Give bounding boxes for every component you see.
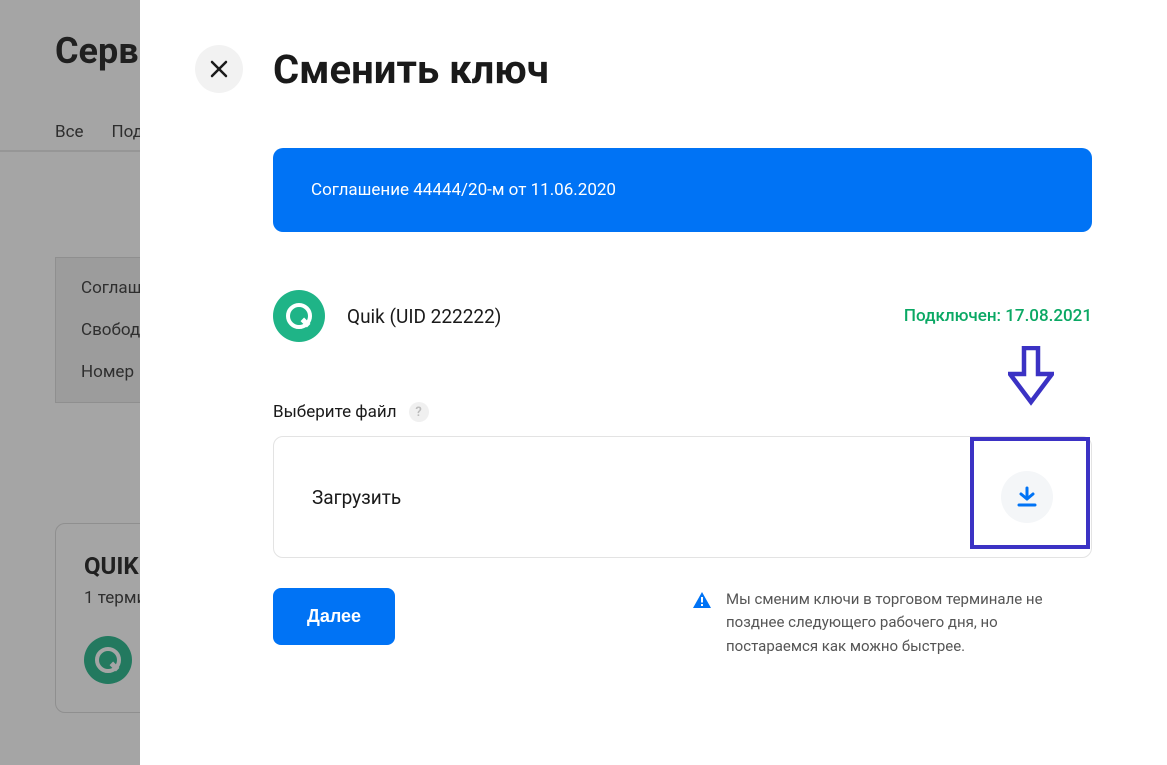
download-icon-circle — [1001, 471, 1053, 523]
connection-row: Quik (UID 222222) Подключен: 17.08.2021 — [273, 290, 1092, 342]
connection-left: Quik (UID 222222) — [273, 290, 501, 342]
agreement-badge[interactable]: Соглашение 44444/20-м от 11.06.2020 — [273, 148, 1092, 232]
warning-icon — [692, 590, 712, 610]
file-label: Выберите файл — [273, 402, 397, 422]
file-upload-box[interactable]: Загрузить — [273, 436, 1092, 558]
download-icon — [1015, 485, 1039, 509]
next-button[interactable]: Далее — [273, 588, 395, 645]
close-icon — [210, 60, 228, 78]
annotation-arrow-icon — [1008, 346, 1054, 406]
connection-status: Подключен: 17.08.2021 — [904, 306, 1092, 326]
close-button[interactable] — [195, 45, 243, 93]
upload-label: Загрузить — [312, 486, 401, 509]
connection-name: Quik (UID 222222) — [347, 305, 501, 328]
info-block: Мы сменим ключи в торговом терминале не … — [692, 588, 1092, 658]
modal-body: Соглашение 44444/20-м от 11.06.2020 Quik… — [273, 148, 1092, 658]
file-label-row: Выберите файл ? — [273, 402, 1092, 422]
help-icon[interactable]: ? — [409, 402, 429, 422]
modal-title: Сменить ключ — [273, 46, 549, 93]
modal-header: Сменить ключ — [195, 45, 1092, 93]
info-text: Мы сменим ключи в торговом терминале не … — [726, 588, 1092, 658]
modal-change-key: Сменить ключ Соглашение 44444/20-м от 11… — [140, 0, 1167, 765]
file-section: Выберите файл ? Загрузить — [273, 402, 1092, 558]
modal-footer: Далее Мы сменим ключи в торговом термина… — [273, 588, 1092, 658]
quik-logo-icon — [273, 290, 325, 342]
